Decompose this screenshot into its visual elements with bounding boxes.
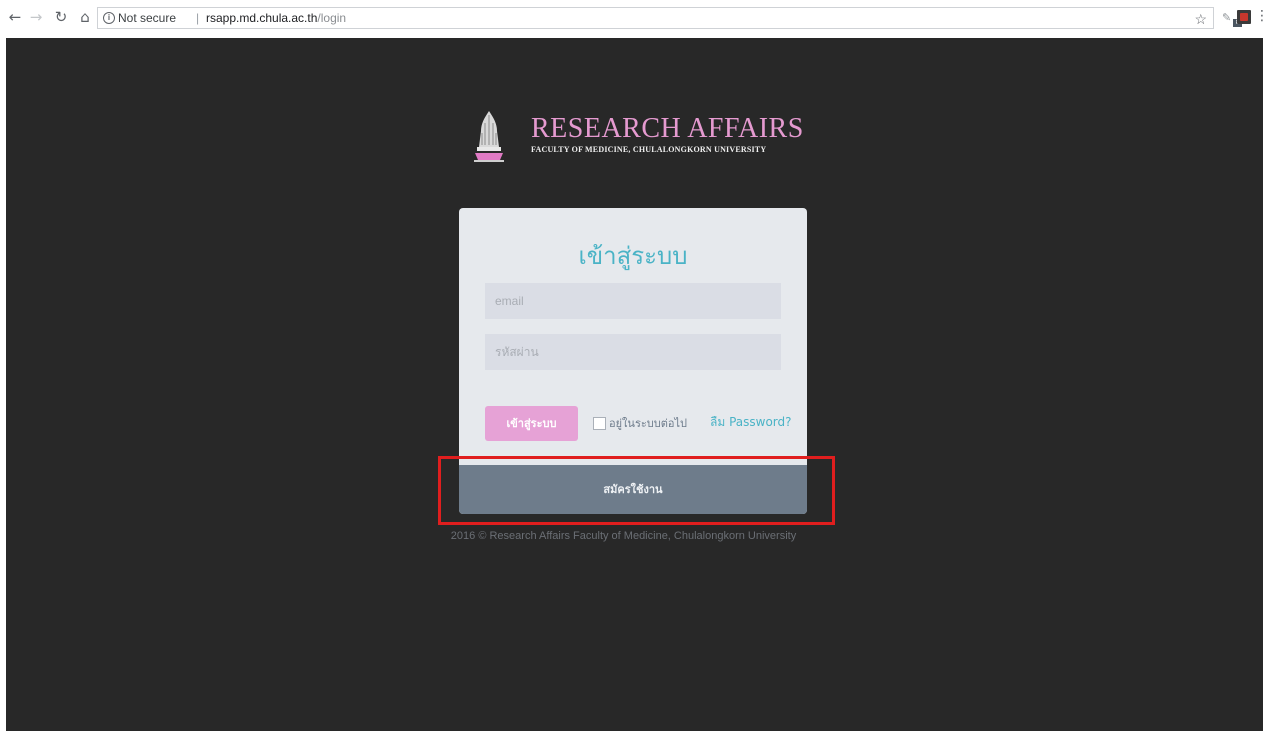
footer-copyright: 2016 © Research Affairs Faculty of Medic… [450, 530, 797, 542]
menu-dots-icon[interactable]: ⋮ [1255, 7, 1263, 25]
url-path: /login [317, 11, 347, 25]
back-arrow-icon[interactable]: ← [6, 8, 24, 26]
brand-subtitle: FACULTY OF MEDICINE, CHULALONGKORN UNIVE… [531, 145, 767, 154]
pdf-extension-icon[interactable] [1237, 10, 1251, 24]
brand-title: RESEARCH AFFAIRS [531, 113, 804, 144]
login-title: เข้าสู่ระบบ [578, 242, 688, 270]
forward-arrow-icon[interactable]: → [27, 8, 45, 26]
forgot-password-link[interactable]: ลืม Password? [710, 413, 792, 432]
url-host: rsapp.md.chula.ac.th [206, 11, 318, 25]
highlight-annotation [438, 456, 835, 525]
university-emblem-icon [474, 111, 504, 162]
reload-icon[interactable]: ↻ [52, 8, 70, 26]
security-label[interactable]: Not secure [118, 8, 176, 28]
home-icon[interactable]: ⌂ [76, 8, 94, 26]
email-field[interactable]: email [485, 283, 781, 319]
extension-icon[interactable]: ✎8 [1222, 11, 1242, 27]
login-page: RESEARCH AFFAIRS FACULTY OF MEDICINE, CH… [6, 38, 1263, 731]
browser-toolbar: ← → ↻ ⌂ i Not secure | rsapp.md.chula.ac… [0, 0, 1263, 38]
url-text[interactable]: rsapp.md.chula.ac.th/login [206, 8, 346, 28]
url-separator: | [196, 11, 200, 25]
address-bar[interactable]: i Not secure | rsapp.md.chula.ac.th/logi… [97, 7, 1214, 29]
star-icon[interactable]: ☆ [1194, 9, 1207, 29]
login-button[interactable]: เข้าสู่ระบบ [485, 406, 578, 441]
remember-label[interactable]: อยู่ในระบบต่อไป [609, 414, 687, 432]
remember-checkbox[interactable] [593, 417, 606, 430]
info-icon[interactable]: i [103, 12, 115, 24]
password-field[interactable]: รหัสผ่าน [485, 334, 781, 370]
